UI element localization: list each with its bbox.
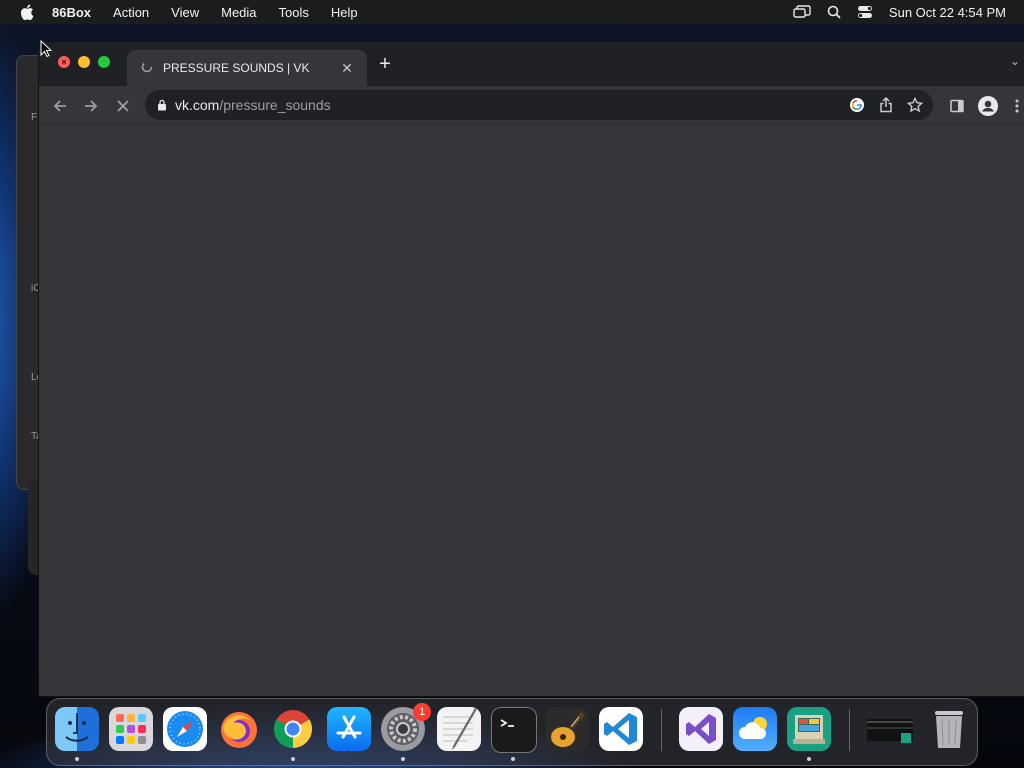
apple-menu-icon[interactable] [20, 4, 34, 20]
screen-mirroring-icon[interactable] [793, 5, 811, 19]
dock-vscode-icon[interactable] [599, 707, 643, 751]
google-lens-icon[interactable] [849, 97, 865, 113]
tab-search-chevron-icon[interactable]: ⌄ [1010, 54, 1024, 74]
menu-action[interactable]: Action [113, 5, 149, 20]
window-minimize-button[interactable] [78, 56, 90, 68]
dock-safari-icon[interactable] [163, 707, 207, 751]
menu-bar: 86Box Action View Media Tools Help Sun O… [0, 0, 1024, 24]
dock-trash-icon[interactable] [927, 707, 971, 751]
menu-clock[interactable]: Sun Oct 22 4:54 PM [889, 5, 1006, 20]
new-tab-button[interactable]: + [375, 54, 395, 74]
dock-launchpad-icon[interactable] [109, 707, 153, 751]
back-button[interactable] [49, 95, 71, 117]
spotlight-search-icon[interactable] [827, 5, 841, 19]
forward-arrow-icon [85, 100, 98, 112]
lock-icon[interactable] [157, 99, 167, 111]
stop-loading-button[interactable] [112, 95, 134, 117]
profile-button[interactable] [977, 95, 999, 117]
share-icon[interactable] [879, 97, 893, 113]
dock-terminal-icon[interactable] [491, 707, 537, 753]
url-host: vk.com [175, 97, 220, 113]
menu-help[interactable]: Help [331, 5, 358, 20]
window-zoom-button[interactable] [98, 56, 110, 68]
side-panel-icon [950, 99, 964, 113]
browser-toolbar: vk.com/pressure_sounds [39, 86, 1024, 125]
dock-garageband-icon[interactable] [545, 707, 589, 751]
menu-tools[interactable]: Tools [279, 5, 309, 20]
dock-firefox-icon[interactable] [217, 707, 261, 751]
address-bar[interactable]: vk.com/pressure_sounds [145, 90, 933, 120]
stop-x-icon [117, 100, 129, 112]
dock-86box-icon[interactable] [787, 707, 831, 751]
url-text[interactable]: vk.com/pressure_sounds [175, 97, 331, 113]
dock-app-store-icon[interactable] [327, 707, 371, 751]
dock-weather-icon[interactable] [733, 707, 777, 751]
dock-visual-studio-icon[interactable] [679, 707, 723, 751]
page-content-loading[interactable] [39, 125, 1024, 696]
tab-pressure-sounds[interactable]: PRESSURE SOUNDS | VK ✕ [127, 50, 367, 86]
tab-close-icon[interactable]: ✕ [339, 60, 355, 76]
notification-badge: 1 [413, 703, 431, 721]
dock-downloads-stack-icon[interactable] [865, 707, 915, 751]
tab-strip: × PRESSURE SOUNDS | VK ✕ + ⌄ [39, 42, 1024, 86]
loading-spinner-icon [141, 61, 153, 76]
menu-view[interactable]: View [171, 5, 199, 20]
tab-title: PRESSURE SOUNDS | VK [163, 61, 310, 75]
url-path: /pressure_sounds [219, 97, 331, 113]
mouse-cursor-icon [40, 40, 52, 58]
menu-media[interactable]: Media [221, 5, 256, 20]
bookmark-star-icon[interactable] [907, 97, 923, 113]
dock-finder-icon[interactable] [55, 707, 99, 751]
window-close-button[interactable]: × [58, 56, 70, 68]
profile-avatar-icon [978, 96, 998, 116]
chrome-menu-button[interactable] [1009, 95, 1024, 117]
back-arrow-icon [53, 100, 66, 112]
dock-textedit-icon[interactable] [437, 707, 481, 751]
dock-chrome-icon[interactable] [271, 707, 315, 751]
menu-app-name[interactable]: 86Box [52, 5, 91, 20]
kebab-menu-icon [1015, 99, 1018, 113]
forward-button[interactable] [80, 95, 102, 117]
control-center-icon[interactable] [857, 5, 873, 19]
chrome-window[interactable]: × PRESSURE SOUNDS | VK ✕ + ⌄ vk.com/pres… [39, 42, 1024, 696]
dock: 1 [46, 698, 978, 766]
sidebar-section-favorites: F [31, 112, 38, 123]
side-panel-button[interactable] [946, 95, 968, 117]
